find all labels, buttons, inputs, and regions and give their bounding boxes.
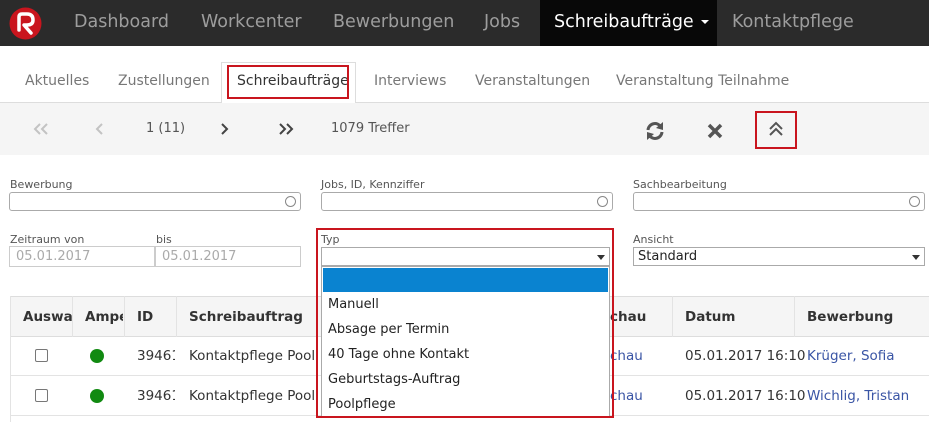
- status-dot: [90, 349, 104, 363]
- highlight-typ: [316, 228, 614, 418]
- col-schreibauftrag[interactable]: Schreibauftrag: [189, 309, 303, 325]
- column-divider: [176, 296, 177, 337]
- status-dot: [90, 389, 104, 403]
- prev-page-icon[interactable]: [95, 123, 105, 135]
- clear-icon[interactable]: [707, 123, 723, 139]
- col-ampel[interactable]: Ampel: [85, 309, 123, 325]
- select-caret-icon: [912, 255, 920, 260]
- nav-dashboard[interactable]: Dashboard: [74, 0, 169, 46]
- ansicht-label: Ansicht: [633, 233, 674, 246]
- bewerbung-input[interactable]: [9, 192, 301, 211]
- col-bewerbung[interactable]: Bewerbung: [807, 309, 893, 325]
- nav-schreibauftraege[interactable]: Schreibaufträge: [540, 0, 717, 46]
- zeitraum-to-input[interactable]: 05.01.2017: [155, 246, 301, 267]
- tab-aktuelles[interactable]: Aktuelles: [25, 73, 89, 89]
- sachbearbeitung-label: Sachbearbeitung: [633, 178, 727, 191]
- row-checkbox[interactable]: [35, 349, 48, 362]
- row-checkbox[interactable]: [35, 389, 48, 402]
- tab-veranstaltungen[interactable]: Veranstaltungen: [475, 73, 590, 89]
- tab-zustellungen[interactable]: Zustellungen: [118, 73, 210, 89]
- refresh-icon[interactable]: [644, 120, 666, 142]
- app-logo-icon[interactable]: [9, 7, 42, 40]
- cell-auftrag[interactable]: Kontaktpflege Pool: [189, 388, 315, 404]
- cell-chau[interactable]: chau: [610, 348, 643, 364]
- cell-bewerbung[interactable]: Wichlig, Tristan: [807, 388, 909, 404]
- jobs-input[interactable]: [321, 192, 613, 211]
- ansicht-select[interactable]: Standard: [633, 247, 925, 266]
- bis-label: bis: [156, 233, 172, 246]
- first-page-icon[interactable]: [33, 123, 49, 135]
- sachbearbeitung-input[interactable]: [633, 192, 925, 211]
- top-navbar: Dashboard Workcenter Bewerbungen Jobs Sc…: [0, 0, 929, 46]
- nav-workcenter[interactable]: Workcenter: [201, 0, 302, 46]
- column-divider: [794, 296, 795, 337]
- tab-interviews[interactable]: Interviews: [374, 73, 446, 89]
- nav-schreibauftraege-label: Schreibaufträge: [554, 12, 694, 32]
- column-divider: [72, 296, 73, 337]
- col-id[interactable]: ID: [137, 309, 153, 325]
- search-icon: [597, 196, 608, 207]
- page-info: 1 (11): [146, 121, 186, 136]
- cell-chau[interactable]: chau: [610, 388, 643, 404]
- cell-datum: 05.01.2017 16:10: [685, 348, 806, 364]
- search-icon: [909, 196, 920, 207]
- ansicht-value: Standard: [638, 249, 698, 264]
- col-chau[interactable]: chau: [610, 309, 646, 325]
- nav-bewerbungen[interactable]: Bewerbungen: [333, 0, 454, 46]
- cell-bewerbung[interactable]: Krüger, Sofia: [807, 348, 895, 364]
- col-datum[interactable]: Datum: [685, 309, 735, 325]
- zeitraum-from-input[interactable]: 05.01.2017: [9, 246, 155, 267]
- jobs-label: Jobs, ID, Kennziffer: [321, 178, 425, 191]
- bewerbung-label: Bewerbung: [10, 178, 73, 191]
- col-auswahl[interactable]: Auswahl: [23, 309, 73, 325]
- zeitraum-label: Zeitraum von: [10, 233, 85, 246]
- cell-datum: 05.01.2017 16:10: [685, 388, 806, 404]
- subtab-bar: Aktuelles Zustellungen Schreibaufträge I…: [0, 58, 929, 104]
- search-icon: [285, 196, 296, 207]
- column-divider: [672, 296, 673, 337]
- nav-jobs[interactable]: Jobs: [484, 0, 520, 46]
- nav-kontaktpflege[interactable]: Kontaktpflege: [732, 0, 854, 46]
- highlight-collapse: [755, 111, 797, 149]
- column-divider: [124, 296, 125, 337]
- hit-count: 1079 Treffer: [331, 121, 410, 136]
- highlight-tab: [227, 65, 349, 99]
- cell-id: 39461: [137, 348, 175, 364]
- column-divider: [10, 296, 11, 422]
- cell-auftrag[interactable]: Kontaktpflege Pool: [189, 348, 315, 364]
- caret-down-icon: [700, 20, 709, 24]
- next-page-icon[interactable]: [219, 123, 229, 135]
- tab-veranstaltung-teilnahme[interactable]: Veranstaltung Teilnahme: [616, 73, 789, 89]
- cell-id: 39461: [137, 388, 175, 404]
- last-page-icon[interactable]: [278, 123, 294, 135]
